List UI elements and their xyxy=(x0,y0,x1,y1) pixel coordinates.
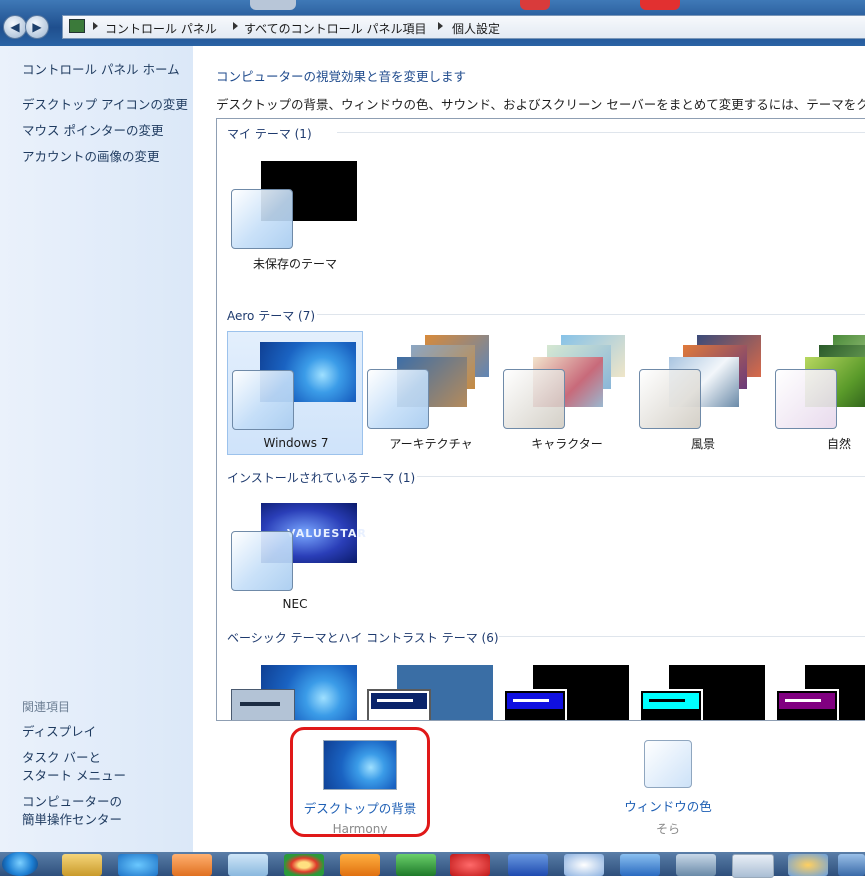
sidebar-link-taskbar[interactable]: スタート メニュー xyxy=(22,767,126,785)
theme-tile-classic[interactable] xyxy=(363,655,499,720)
theme-label: アーキテクチャ xyxy=(389,437,473,451)
theme-glass-icon xyxy=(231,689,295,720)
start-button[interactable] xyxy=(2,852,38,876)
divider xyxy=(417,476,865,477)
theme-glass-icon xyxy=(639,369,701,429)
theme-glass-icon xyxy=(639,689,703,720)
title-bar: ◀ ▶ コントロール パネル すべてのコントロール パネル項目 個人設定 xyxy=(0,0,865,46)
theme-list[interactable]: マイ テーマ (1) 未保存のテーマ Aero テーマ (7) Windows … xyxy=(216,118,865,721)
theme-tile-landscapes[interactable]: 風景 xyxy=(635,331,771,455)
forward-button[interactable]: ▶ xyxy=(25,15,49,39)
sidebar-link-ease-of-access[interactable]: 簡単操作センター xyxy=(22,811,122,829)
control-panel-icon xyxy=(69,19,85,33)
page-title: コンピューターの視覚効果と音を変更します xyxy=(216,69,467,84)
theme-tile-characters[interactable]: キャラクター xyxy=(499,331,635,455)
section-header: インストールされているテーマ (1) xyxy=(227,471,416,485)
sidebar-link-desktop-icons[interactable]: デスクトップ アイコンの変更 xyxy=(22,96,188,114)
window-color-swatch xyxy=(644,740,692,788)
theme-tile-basic[interactable] xyxy=(227,655,363,720)
theme-glass-icon xyxy=(503,689,567,720)
outlook-taskbar-icon[interactable] xyxy=(340,854,380,876)
app-taskbar-icon[interactable] xyxy=(228,854,268,876)
theme-glass-icon xyxy=(503,369,565,429)
theme-label: 未保存のテーマ xyxy=(252,257,337,271)
breadcrumb-arrow-icon xyxy=(438,22,443,30)
divider xyxy=(337,132,865,133)
app-taskbar-icon[interactable] xyxy=(676,854,716,876)
section-header: Aero テーマ (7) xyxy=(227,309,316,323)
deco xyxy=(520,0,550,10)
page-description: デスクトップの背景、ウィンドウの色、サウンド、およびスクリーン セーバーをまとめ… xyxy=(216,97,865,112)
sidebar: コントロール パネル ホーム デスクトップ アイコンの変更 マウス ポインターの… xyxy=(0,46,193,852)
theme-glass-icon xyxy=(232,370,294,430)
theme-glass-icon xyxy=(231,531,293,591)
theme-label: Windows 7 xyxy=(263,436,329,450)
theme-label: NEC xyxy=(282,597,308,611)
address-bar[interactable]: コントロール パネル すべてのコントロール パネル項目 個人設定 xyxy=(62,15,865,39)
app-taskbar-icon[interactable] xyxy=(450,854,490,876)
taskbar xyxy=(0,852,865,878)
divider xyxy=(317,314,865,315)
app-taskbar-icon[interactable] xyxy=(732,854,774,878)
theme-glass-icon xyxy=(775,369,837,429)
breadcrumb-item[interactable]: 個人設定 xyxy=(452,20,500,37)
app-taskbar-icon[interactable] xyxy=(564,854,604,876)
theme-tile-architecture[interactable]: アーキテクチャ xyxy=(363,331,499,455)
chrome-taskbar-icon[interactable] xyxy=(284,854,324,876)
theme-glass-icon xyxy=(367,369,429,429)
sidebar-home-link[interactable]: コントロール パネル ホーム xyxy=(22,61,180,79)
sidebar-link-mouse-pointer[interactable]: マウス ポインターの変更 xyxy=(22,122,163,140)
word-taskbar-icon[interactable] xyxy=(508,854,548,876)
sidebar-link-account-picture[interactable]: アカウントの画像の変更 xyxy=(22,148,160,166)
window-color-value: そら xyxy=(655,822,680,836)
theme-tile-unsaved[interactable]: 未保存のテーマ xyxy=(227,151,363,275)
theme-tile-windows7[interactable]: Windows 7 xyxy=(227,331,363,455)
back-button[interactable]: ◀ xyxy=(3,15,27,39)
breadcrumb-arrow-icon xyxy=(233,22,238,30)
theme-tile-hc1[interactable] xyxy=(499,655,635,720)
window-color-label: ウィンドウの色 xyxy=(624,799,712,814)
theme-tile-nec[interactable]: VALUESTAR NEC xyxy=(227,493,366,617)
breadcrumb-item[interactable]: コントロール パネル xyxy=(105,20,217,37)
theme-tile-nature[interactable]: 自然 xyxy=(771,331,865,455)
sidebar-link-ease-of-access[interactable]: コンピューターの xyxy=(22,793,122,811)
theme-glass-icon xyxy=(367,689,431,720)
ie-taskbar-icon[interactable] xyxy=(118,854,158,876)
app-taskbar-icon[interactable] xyxy=(838,854,865,876)
excel-taskbar-icon[interactable] xyxy=(396,854,436,876)
theme-label: 自然 xyxy=(826,437,851,451)
section-header: ベーシック テーマとハイ コントラスト テーマ (6) xyxy=(227,631,499,645)
theme-tile-hc-black[interactable] xyxy=(771,655,865,720)
explorer-taskbar-icon[interactable] xyxy=(62,854,102,876)
sidebar-link-taskbar[interactable]: タスク バーと xyxy=(22,749,101,767)
deco xyxy=(250,0,296,10)
divider xyxy=(499,636,865,637)
media-taskbar-icon[interactable] xyxy=(172,854,212,876)
section-header: マイ テーマ (1) xyxy=(227,127,312,141)
sidebar-link-display[interactable]: ディスプレイ xyxy=(22,723,96,741)
app-taskbar-icon[interactable] xyxy=(620,854,660,876)
theme-glass-icon xyxy=(231,189,293,249)
theme-tile-hc2[interactable] xyxy=(635,655,771,720)
window-color-button[interactable]: ウィンドウの色 そら xyxy=(604,740,732,837)
breadcrumb-arrow-icon xyxy=(93,22,98,30)
highlight-box xyxy=(290,727,430,837)
theme-glass-icon xyxy=(775,689,839,720)
related-heading: 関連項目 xyxy=(22,700,71,714)
nec-logo-text: VALUESTAR xyxy=(287,527,367,540)
deco xyxy=(640,0,680,10)
paint-taskbar-icon[interactable] xyxy=(788,854,828,876)
theme-label: 風景 xyxy=(690,437,715,451)
theme-label: キャラクター xyxy=(531,437,603,451)
breadcrumb-item[interactable]: すべてのコントロール パネル項目 xyxy=(244,20,427,37)
